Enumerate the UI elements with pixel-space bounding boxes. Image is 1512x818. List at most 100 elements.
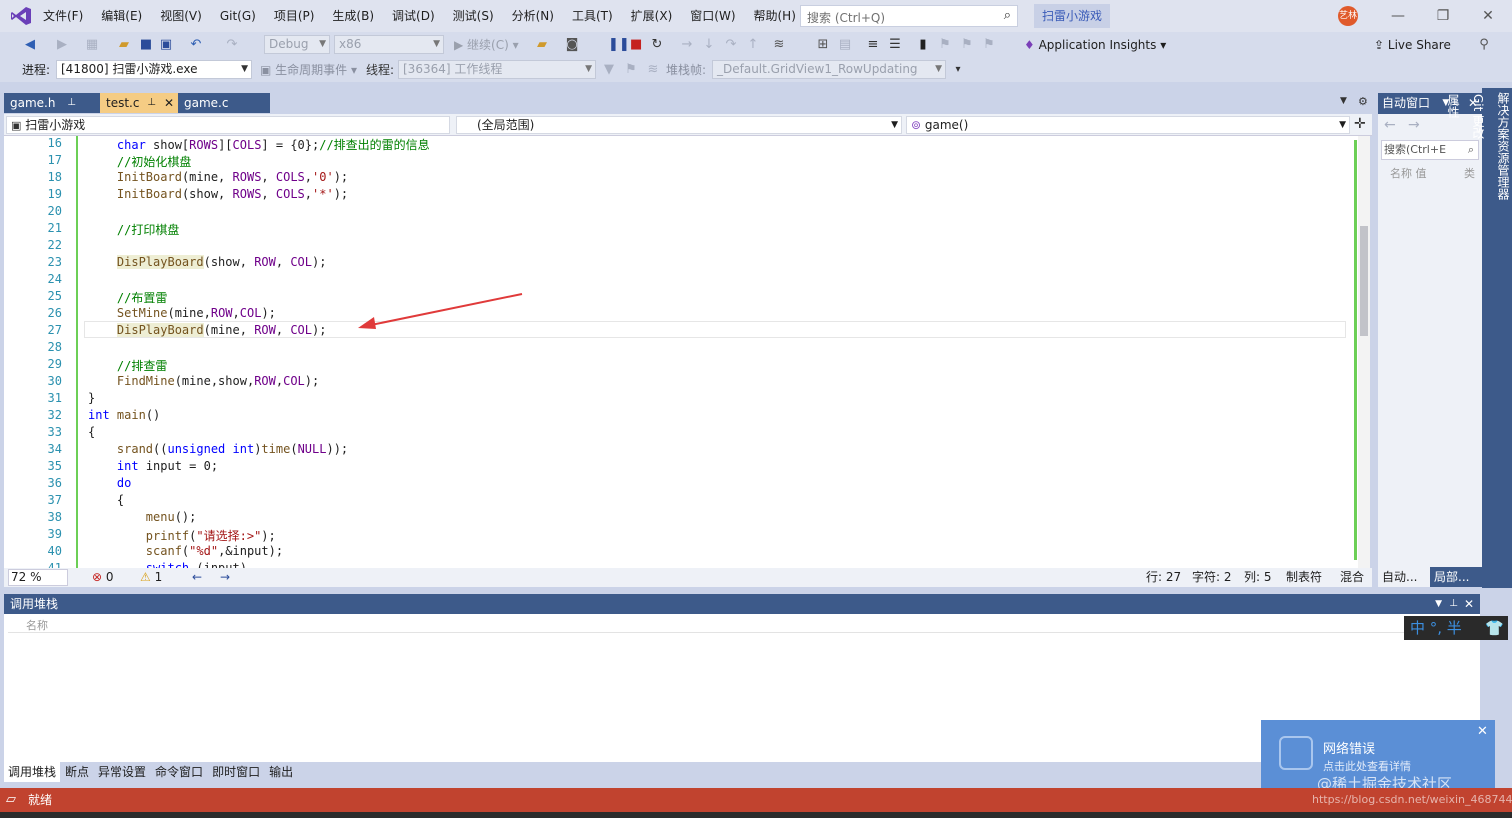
tasks-icon[interactable]: ▤ xyxy=(838,36,852,54)
tab-exception-settings[interactable]: 异常设置 xyxy=(94,762,150,782)
tab-properties[interactable]: 属性 xyxy=(1437,88,1462,588)
feedback-icon[interactable]: ⚲ xyxy=(1476,36,1492,54)
pin-icon[interactable]: ⊥ xyxy=(1449,594,1458,614)
scope-combo[interactable]: (全局范围) ▼ xyxy=(456,116,902,134)
warning-count[interactable]: ⚠ 1 xyxy=(140,568,162,587)
clear-bookmarks-icon[interactable]: ⚑ xyxy=(982,36,996,54)
comment-icon[interactable]: ≡ xyxy=(866,36,880,54)
tab-game-h[interactable]: game.h ⊥ xyxy=(4,93,100,113)
close-icon[interactable]: ✕ xyxy=(1477,724,1488,739)
code-editor[interactable]: 16 17 18 19 20 21 22 23 24 25 26 27 28 2… xyxy=(4,136,1370,568)
tab-test-c[interactable]: test.c ⊥ ✕ xyxy=(100,93,178,113)
zoom-dropdown[interactable]: 72 % xyxy=(8,569,68,586)
menu-edit[interactable]: 编辑(E) xyxy=(92,0,151,32)
settings-gear-icon[interactable]: ⚙ xyxy=(1358,95,1368,108)
menu-project[interactable]: 项目(P) xyxy=(265,0,324,32)
lifecycle-events-button[interactable]: ▣ 生命周期事件 ▾ xyxy=(260,61,357,79)
search-box[interactable]: 搜索 (Ctrl+Q) ⌕ xyxy=(800,5,1018,27)
toolbar-overflow-icon[interactable]: ▾ xyxy=(952,61,964,79)
project-combo[interactable]: ▣ 扫雷小游戏 xyxy=(6,116,450,134)
next-bookmark-icon[interactable]: ⚑ xyxy=(960,36,974,54)
save-icon[interactable]: ■ xyxy=(138,36,154,54)
tab-command-window[interactable]: 命令窗口 xyxy=(151,762,207,782)
live-share-button[interactable]: ⇪ Live Share xyxy=(1374,36,1451,54)
menu-test[interactable]: 测试(S) xyxy=(444,0,503,32)
tab-git-changes[interactable]: Git 更改 xyxy=(1462,88,1487,588)
close-icon[interactable]: ✕ xyxy=(1478,6,1498,26)
screenshot-icon[interactable]: ◙ xyxy=(564,36,580,54)
forward-icon[interactable]: → xyxy=(1408,117,1420,133)
uncomment-icon[interactable]: ☰ xyxy=(888,36,902,54)
tab-immediate-window[interactable]: 即时窗口 xyxy=(208,762,264,782)
lightbulb-icon: ♦ xyxy=(1024,38,1035,52)
step-out-icon[interactable]: ↑ xyxy=(746,36,760,54)
threads-icon[interactable]: ⊞ xyxy=(816,36,830,54)
scrollbar-thumb[interactable] xyxy=(1360,226,1368,336)
forward-icon[interactable]: ▶ xyxy=(54,36,70,54)
menu-analyze[interactable]: 分析(N) xyxy=(503,0,563,32)
hot-reload-icon[interactable]: ≋ xyxy=(772,36,786,54)
pin-icon[interactable]: ⊥ xyxy=(147,93,156,113)
menu-file[interactable]: 文件(F) xyxy=(34,0,92,32)
close-icon[interactable]: ✕ xyxy=(1464,594,1474,614)
tab-output[interactable]: 输出 xyxy=(265,762,297,782)
new-item-icon[interactable]: ▦ xyxy=(84,36,100,54)
network-error-toast[interactable]: 网络错误 点击此处查看详情 ✕ @稀土掘金技术社区 xyxy=(1261,720,1495,793)
restore-icon[interactable]: ❐ xyxy=(1433,6,1453,26)
open-folder-icon[interactable]: ▰ xyxy=(116,36,132,54)
pause-icon[interactable]: ❚❚ xyxy=(608,36,630,54)
menu-build[interactable]: 生成(B) xyxy=(323,0,383,32)
chevron-down-icon[interactable]: ▼ xyxy=(1435,594,1442,614)
app-insights-button[interactable]: ♦ Application Insights ▾ xyxy=(1024,36,1166,54)
redo-icon[interactable]: ↷ xyxy=(224,36,240,54)
menu-tools[interactable]: 工具(T) xyxy=(563,0,622,32)
split-add-icon[interactable]: ✛ xyxy=(1354,116,1366,132)
menu-window[interactable]: 窗口(W) xyxy=(681,0,744,32)
minimize-icon[interactable]: — xyxy=(1388,6,1408,26)
tab-game-c[interactable]: game.c xyxy=(178,93,270,113)
show-next-statement-icon[interactable]: → xyxy=(680,36,694,54)
ime-indicator[interactable]: 中 °, 半 👕 xyxy=(1404,616,1508,640)
pin-icon[interactable]: ⊥ xyxy=(67,93,76,113)
stackframe-dropdown[interactable]: _Default.GridView1_RowUpdating ▼ xyxy=(712,60,946,79)
nav-back-icon[interactable]: ← xyxy=(192,568,202,587)
tabs-indicator[interactable]: 制表符 xyxy=(1286,568,1322,587)
back-icon[interactable]: ← xyxy=(1384,117,1396,133)
tab-autos[interactable]: 自动... xyxy=(1378,567,1430,587)
tab-breakpoints[interactable]: 断点 xyxy=(61,762,93,782)
filter-icon[interactable]: ▼ xyxy=(602,61,616,79)
config-dropdown[interactable]: Debug ▼ xyxy=(264,35,330,54)
menu-debug[interactable]: 调试(D) xyxy=(383,0,444,32)
back-icon[interactable]: ◀ xyxy=(22,36,38,54)
close-tab-icon[interactable]: ✕ xyxy=(164,93,174,113)
watermark-url: https://blog.csdn.net/weixin_46874427 xyxy=(1312,793,1512,806)
step-into-icon[interactable]: ↓ xyxy=(702,36,716,54)
menu-git[interactable]: Git(G) xyxy=(211,0,265,32)
prev-bookmark-icon[interactable]: ⚑ xyxy=(938,36,952,54)
error-count[interactable]: ⊗ 0 xyxy=(92,568,114,587)
step-over-icon[interactable]: ↷ xyxy=(724,36,738,54)
tab-solution-explorer[interactable]: 解决方案资源管理器 xyxy=(1487,88,1512,588)
continue-button[interactable]: ▶ 继续(C) ▾ xyxy=(454,36,519,54)
vertical-scrollbar[interactable] xyxy=(1358,136,1370,568)
tab-call-stack[interactable]: 调用堆栈 xyxy=(4,762,61,782)
function-combo[interactable]: ⊚ game() ▼ xyxy=(906,116,1350,134)
tab-overflow-icon[interactable]: ▼ xyxy=(1340,96,1347,106)
stop-icon[interactable]: ■ xyxy=(630,36,642,54)
restart-icon[interactable]: ↻ xyxy=(650,36,664,54)
bookmark-icon[interactable]: ▮ xyxy=(916,36,930,54)
stack-icon[interactable]: ≋ xyxy=(646,61,660,79)
process-icon[interactable]: ▰ xyxy=(534,36,550,54)
flag-icon[interactable]: ⚑ xyxy=(624,61,638,79)
menu-help[interactable]: 帮助(H) xyxy=(745,0,805,32)
undo-icon[interactable]: ↶ xyxy=(188,36,204,54)
menu-extensions[interactable]: 扩展(X) xyxy=(622,0,682,32)
eol-indicator[interactable]: 混合 xyxy=(1340,568,1364,587)
menu-view[interactable]: 视图(V) xyxy=(151,0,211,32)
platform-dropdown[interactable]: x86 ▼ xyxy=(334,35,444,54)
process-dropdown[interactable]: [41800] 扫雷小游戏.exe ▼ xyxy=(56,60,252,79)
avatar[interactable]: 艺林 xyxy=(1338,6,1358,26)
save-all-icon[interactable]: ▣ xyxy=(158,36,174,54)
thread-dropdown[interactable]: [36364] 工作线程 ▼ xyxy=(398,60,596,79)
nav-forward-icon[interactable]: → xyxy=(220,568,230,587)
